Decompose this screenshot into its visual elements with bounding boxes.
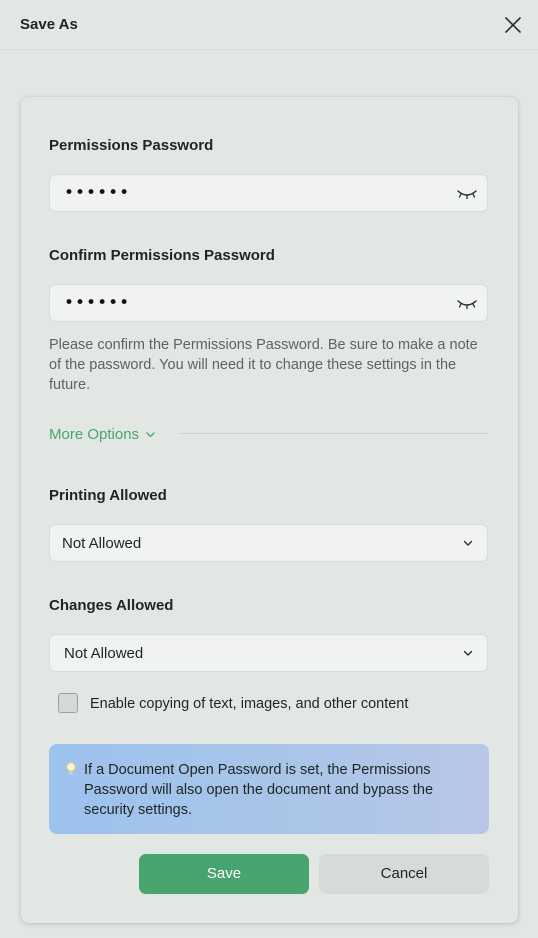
password-help-text: Please confirm the Permissions Password.… xyxy=(49,337,478,393)
enable-copying-label: Enable copying of text, images, and othe… xyxy=(90,696,409,712)
close-button[interactable] xyxy=(502,14,524,36)
enable-copying-checkbox[interactable] xyxy=(58,693,78,713)
info-text: If a Document Open Password is set, the … xyxy=(84,762,434,818)
eye-closed-icon xyxy=(457,190,477,200)
changes-allowed-select[interactable]: Not Allowed xyxy=(49,634,488,672)
permissions-password-label: Permissions Password xyxy=(49,137,214,154)
save-button[interactable]: Save xyxy=(139,854,309,894)
confirm-password-field[interactable]: •••••• xyxy=(49,284,488,322)
confirm-password-label: Confirm Permissions Password xyxy=(49,247,275,264)
eye-closed-icon xyxy=(457,300,477,310)
permissions-password-value: •••••• xyxy=(64,183,131,203)
dialog-title: Save As xyxy=(20,16,78,33)
info-banner: If a Document Open Password is set, the … xyxy=(49,744,489,834)
more-options-toggle[interactable]: More Options xyxy=(49,426,155,443)
printing-allowed-value: Not Allowed xyxy=(62,535,142,552)
title-bar: Save As xyxy=(0,0,538,50)
lightbulb-icon xyxy=(66,762,76,775)
printing-allowed-label: Printing Allowed xyxy=(49,487,167,504)
confirm-password-value: •••••• xyxy=(64,293,131,313)
divider xyxy=(178,433,488,434)
chevron-down-icon xyxy=(463,650,473,656)
security-panel: Permissions Password •••••• Confirm Perm… xyxy=(21,97,518,923)
cancel-button[interactable]: Cancel xyxy=(319,854,489,894)
permissions-password-field[interactable]: •••••• xyxy=(49,174,488,212)
show-confirm-password-toggle[interactable] xyxy=(457,297,477,310)
changes-allowed-value: Not Allowed xyxy=(64,645,144,662)
show-password-toggle[interactable] xyxy=(457,187,477,200)
more-options-label: More Options xyxy=(49,426,140,443)
printing-allowed-select[interactable]: Not Allowed xyxy=(49,524,488,562)
chevron-down-icon xyxy=(463,540,473,546)
chevron-down-icon xyxy=(146,432,155,438)
changes-allowed-label: Changes Allowed xyxy=(49,597,174,614)
close-icon xyxy=(505,17,521,33)
